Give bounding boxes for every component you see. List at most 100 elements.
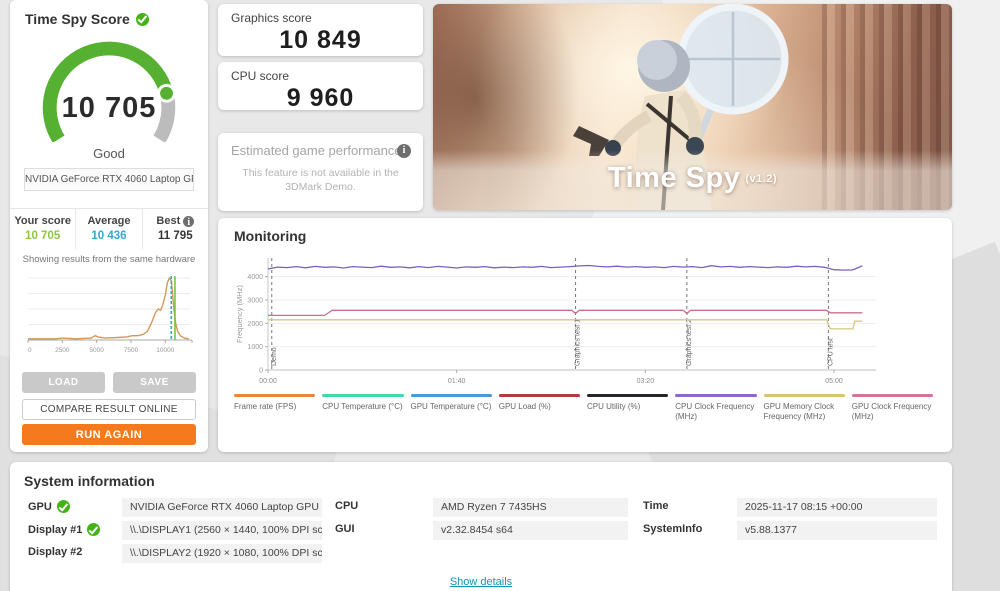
average-score-label: Average xyxy=(87,215,131,227)
cpu-score-card: CPU score 9 960 xyxy=(218,62,423,112)
overall-score: 10 705 xyxy=(61,92,157,124)
legend-swatch-cpu-utility xyxy=(587,394,669,397)
svg-text:5000: 5000 xyxy=(89,347,104,354)
time-value: 2025-11-17 08:15 +00:00 xyxy=(737,498,937,517)
time-row-label: Time xyxy=(643,500,668,512)
legend-item: GPU Load (%) xyxy=(498,394,580,423)
best-info-icon[interactable] xyxy=(183,215,195,230)
time-label: Time xyxy=(643,500,669,512)
legend-swatch-gpu-memory-clock xyxy=(763,394,845,397)
legend-swatch-frame-rate xyxy=(234,394,316,397)
legend-item: GPU Clock Frequency (MHz) xyxy=(851,394,933,423)
svg-text:05:00: 05:00 xyxy=(825,378,843,385)
gpu-row-label: GPU xyxy=(28,500,70,513)
your-score-value: 10 705 xyxy=(25,230,61,242)
svg-text:1000: 1000 xyxy=(247,344,263,351)
estimated-title: Estimated game performance xyxy=(231,143,402,158)
hero-version: (v1.2) xyxy=(745,173,778,186)
svg-text:2000: 2000 xyxy=(247,321,263,328)
cpu-score-value: 9 960 xyxy=(286,84,355,112)
legend-item: CPU Temperature (°C) xyxy=(322,394,404,423)
monitoring-panel: Monitoring 0 1000 2000 3000 4000 00:00 01:40 03… xyxy=(218,218,952,452)
display2-value: \\.\DISPLAY2 (1920 × 1080, 100% DPI scal… xyxy=(122,544,322,563)
svg-text:4000: 4000 xyxy=(247,274,263,281)
gpu-name-box: NVIDIA GeForce RTX 4060 Laptop GPU xyxy=(24,168,194,191)
svg-text:Graphics test 2: Graphics test 2 xyxy=(686,319,693,366)
systeminfo-label: SystemInfo xyxy=(643,523,703,535)
legend-label: CPU Temperature (°C) xyxy=(322,402,403,411)
display1-label: Display #1 xyxy=(28,523,83,536)
cpu-score-label: CPU score xyxy=(231,69,290,83)
run-again-button[interactable]: RUN AGAIN xyxy=(22,424,196,445)
estimated-body-line1: This feature is not available in the xyxy=(242,167,399,179)
your-score-label: Your score xyxy=(14,215,71,227)
svg-text:3000: 3000 xyxy=(247,298,263,305)
display2-label: Display #2 xyxy=(28,546,83,558)
best-score-label-text: Best xyxy=(156,215,181,227)
legend-item: GPU Temperature (°C) xyxy=(410,394,492,423)
graphics-score-card: Graphics score 10 849 xyxy=(218,4,423,56)
display2-row-label: Display #2 xyxy=(28,546,82,558)
legend-swatch-cpu-temp xyxy=(322,394,404,397)
svg-text:Graphics test 1: Graphics test 1 xyxy=(575,319,582,366)
hero-title: Time Spy (v1.2) xyxy=(433,162,952,195)
cpu-row-label: CPU xyxy=(335,500,358,512)
legend-swatch-gpu-load xyxy=(498,394,580,397)
gui-label: GUI xyxy=(335,523,355,535)
best-score-value: 11 795 xyxy=(158,230,193,242)
average-score-col: Average 10 436 xyxy=(75,209,141,249)
monitoring-chart: 0 1000 2000 3000 4000 00:00 01:40 03:20 05:00 Dem… xyxy=(234,250,936,388)
display1-check-icon xyxy=(87,523,101,536)
systeminfo-row-label: SystemInfo xyxy=(643,523,702,535)
score-card-title: Time Spy Score xyxy=(10,0,208,27)
estimated-game-performance-card: Estimated game performance This feature … xyxy=(218,133,423,211)
monitoring-legend: Frame rate (FPS) CPU Temperature (°C) GP… xyxy=(234,394,940,423)
svg-text:00:00: 00:00 xyxy=(259,378,277,385)
legend-label: Frame rate (FPS) xyxy=(234,402,297,411)
score-comparison: Your score 10 705 Average 10 436 Best 11… xyxy=(10,208,208,249)
histogram-caption: Showing results from the same hardware xyxy=(22,254,196,265)
estimated-body-line2: 3DMark Demo. xyxy=(285,181,356,194)
legend-label: GPU Clock Frequency (MHz) xyxy=(851,402,932,422)
display1-value: \\.\DISPLAY1 (2560 × 1440, 100% DPI scal… xyxy=(122,521,322,540)
legend-label: CPU Clock Frequency (MHz) xyxy=(675,402,755,422)
legend-swatch-gpu-temp xyxy=(410,394,492,397)
legend-label: GPU Load (%) xyxy=(498,402,551,411)
monitoring-title: Monitoring xyxy=(234,228,307,244)
time-spy-hero-banner: Time Spy (v1.2) xyxy=(433,4,952,210)
svg-text:CPU test: CPU test xyxy=(827,338,834,366)
svg-text:2500: 2500 xyxy=(55,347,70,354)
legend-swatch-gpu-clock xyxy=(851,394,933,397)
legend-label: CPU Utility (%) xyxy=(587,402,641,411)
cpu-label: CPU xyxy=(335,500,359,512)
compare-result-online-button[interactable]: COMPARE RESULT ONLINE xyxy=(22,399,196,420)
gpu-check-icon xyxy=(56,500,70,513)
estimated-body: This feature is not available in the 3DM… xyxy=(218,166,423,194)
load-save-row: LOAD SAVE xyxy=(22,372,196,393)
legend-item: Frame rate (FPS) xyxy=(234,394,316,423)
legend-item: GPU Memory Clock Frequency (MHz) xyxy=(763,394,845,423)
show-details-link[interactable]: Show details xyxy=(450,576,512,588)
svg-text:0: 0 xyxy=(259,368,263,375)
best-score-col: Best 11 795 xyxy=(141,209,208,249)
best-score-label: Best xyxy=(143,215,208,230)
load-button[interactable]: LOAD xyxy=(22,372,105,393)
your-score-col: Your score 10 705 xyxy=(10,209,75,249)
legend-swatch-cpu-clock xyxy=(675,394,757,397)
display1-row-label: Display #1 xyxy=(28,523,101,536)
cpu-value: AMD Ryzen 7 7435HS xyxy=(433,498,628,517)
save-button[interactable]: SAVE xyxy=(113,372,196,393)
score-rating: Good xyxy=(93,146,125,161)
gui-row-label: GUI xyxy=(335,523,355,535)
valid-check-icon xyxy=(135,12,149,26)
legend-label: GPU Memory Clock Frequency (MHz) xyxy=(763,402,835,422)
svg-text:01:40: 01:40 xyxy=(448,378,466,385)
graphics-score-value: 10 849 xyxy=(279,26,362,54)
estimated-info-icon[interactable] xyxy=(397,144,411,158)
svg-text:03:20: 03:20 xyxy=(637,378,655,385)
legend-item: CPU Utility (%) xyxy=(587,394,669,423)
monitoring-chart-svg: 0 1000 2000 3000 4000 00:00 01:40 03:20 05:00 Dem… xyxy=(235,258,876,385)
average-score-value: 10 436 xyxy=(91,230,127,242)
system-information-panel: System information GPU NVIDIA GeForce RT… xyxy=(10,462,952,591)
time-spy-score-card: Time Spy Score 10 705 Good NVIDIA GeForc… xyxy=(10,0,208,452)
